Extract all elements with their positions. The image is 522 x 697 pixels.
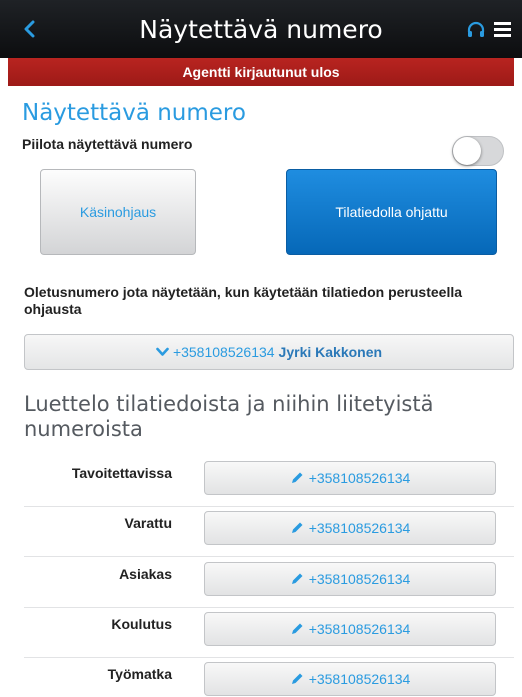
section-title-shown-number: Näytettävä numero	[22, 100, 246, 126]
default-number-owner: Jyrki Kakkonen	[278, 344, 383, 360]
default-number-select[interactable]: +358108526134 Jyrki Kakkonen	[24, 334, 514, 370]
pencil-icon	[291, 673, 303, 684]
hide-number-toggle[interactable]	[452, 136, 504, 166]
edit-number-button[interactable]: +358108526134	[204, 461, 496, 495]
status-row-number: +358108526134	[308, 470, 411, 486]
pencil-icon	[291, 522, 303, 533]
manual-mode-button[interactable]: Käsinohjaus	[40, 169, 196, 255]
edit-number-button[interactable]: +358108526134	[204, 662, 496, 696]
headset-icon	[467, 21, 485, 37]
status-row-number: +358108526134	[308, 520, 411, 536]
status-list-title: Luettelo tilatiedoista ja niihin liitety…	[24, 392, 434, 441]
edit-number-button[interactable]: +358108526134	[204, 511, 496, 545]
status-row-label: Koulutus	[111, 616, 172, 632]
default-number-value: +358108526134	[172, 344, 275, 360]
toggle-knob	[453, 137, 481, 165]
status-row-varattu: Varattu +358108526134	[24, 511, 514, 557]
pencil-icon	[291, 623, 303, 634]
menu-button[interactable]	[494, 22, 511, 37]
default-number-description: Oletusnumero jota näytetään, kun käytetä…	[24, 284, 463, 317]
chevron-left-icon	[24, 20, 35, 38]
status-driven-mode-button[interactable]: Tilatiedolla ohjattu	[286, 169, 497, 255]
status-row-label: Varattu	[124, 515, 172, 531]
edit-number-button[interactable]: +358108526134	[204, 612, 496, 646]
status-row-koulutus: Koulutus +358108526134	[24, 612, 514, 658]
chevron-down-icon	[156, 347, 169, 356]
status-row-label: Työmatka	[107, 666, 172, 682]
status-row-number: +358108526134	[308, 621, 411, 637]
status-row-label: Tavoitettavissa	[71, 465, 172, 481]
status-row-number: +358108526134	[308, 671, 411, 687]
status-row-label: Asiakas	[119, 566, 172, 582]
status-row-asiakas: Asiakas +358108526134	[24, 562, 514, 608]
top-bar: Näytettävä numero	[0, 0, 522, 58]
status-row-tyomatka: Työmatka +358108526134	[24, 662, 514, 697]
pencil-icon	[291, 472, 303, 483]
page-title: Näytettävä numero	[139, 14, 383, 44]
status-row-tavoitettavissa: Tavoitettavissa +358108526134	[24, 461, 514, 507]
status-row-number: +358108526134	[308, 571, 411, 587]
back-button[interactable]	[18, 14, 40, 44]
status-banner: Agentti kirjautunut ulos	[8, 58, 514, 86]
edit-number-button[interactable]: +358108526134	[204, 562, 496, 596]
hide-number-label: Piilota näytettävä numero	[22, 136, 193, 152]
hamburger-menu-icon	[494, 22, 511, 37]
pencil-icon	[291, 573, 303, 584]
headset-button[interactable]	[466, 20, 486, 40]
